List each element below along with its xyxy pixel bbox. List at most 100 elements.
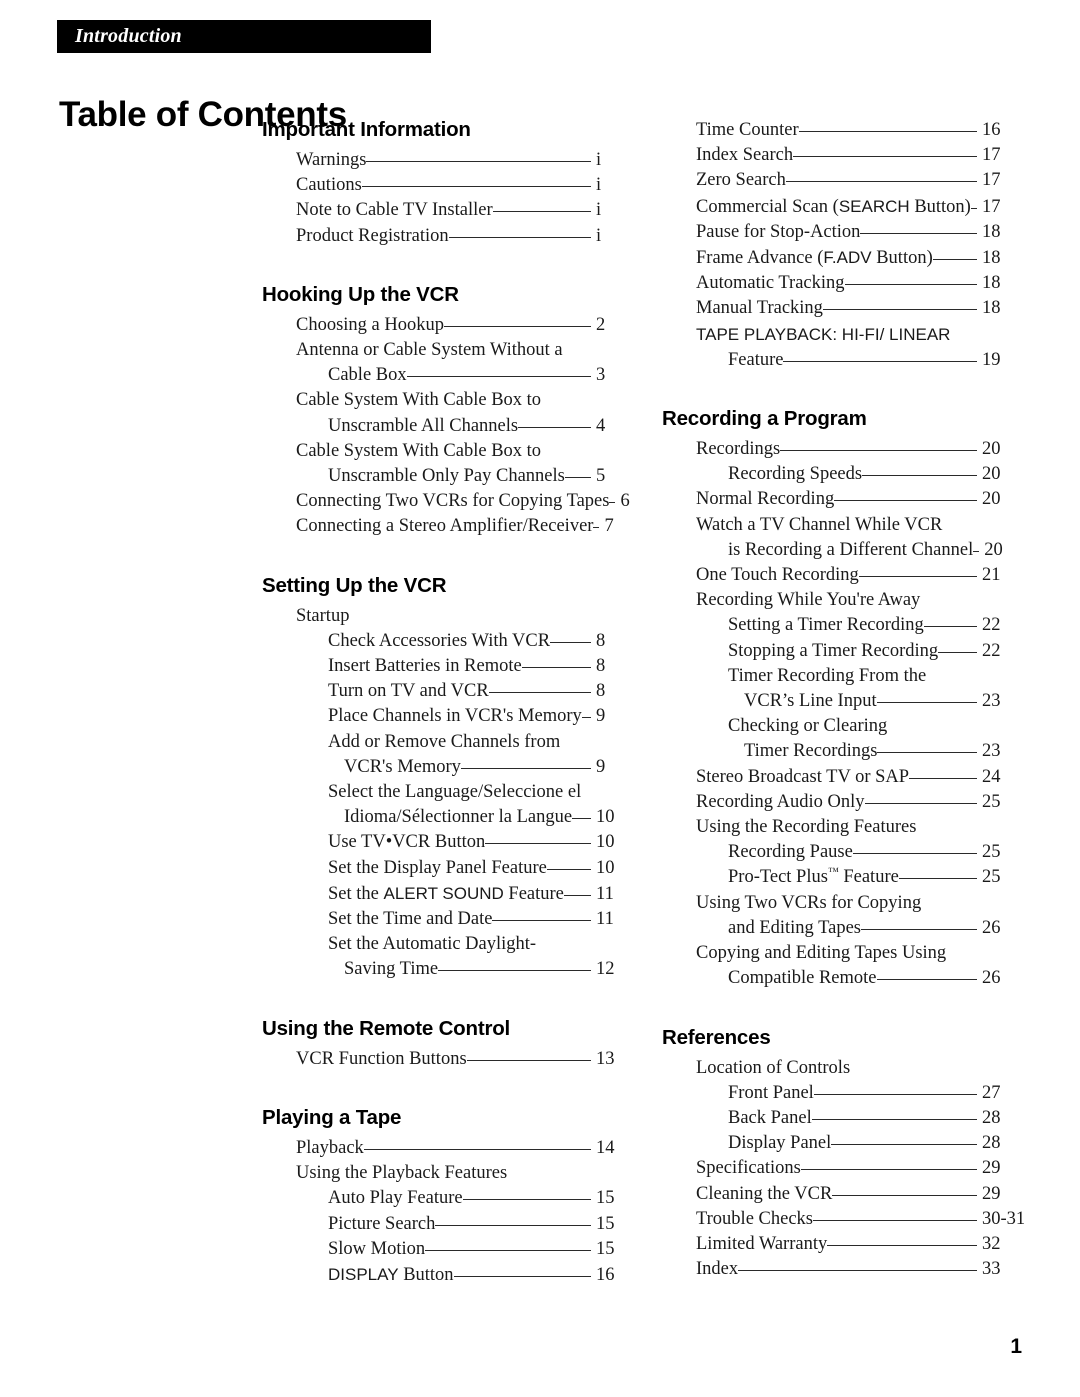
toc-entry-label: Slow Motion xyxy=(328,1238,426,1259)
toc-entry-pause-for-stop-action[interactable]: Pause for Stop-Action 18 xyxy=(662,220,1022,245)
toc-entry-page-number: 23 xyxy=(982,741,1001,762)
toc-entry-startup[interactable]: Startup xyxy=(262,604,622,629)
toc-entry-using-the-playback-features[interactable]: Using the Playback Features xyxy=(262,1161,622,1186)
toc-entry-check-accessories-with-vcr[interactable]: Check Accessories With VCR 8 xyxy=(262,629,622,654)
toc-entry-compatible-remote[interactable]: Compatible Remote 26 xyxy=(662,966,1022,991)
toc-entry-cable-system-with-cable-box-to[interactable]: Cable System With Cable Box to xyxy=(262,388,622,413)
toc-entry-commercial-scan-search-button[interactable]: Commercial Scan (SEARCH Button) 17 xyxy=(662,194,1022,220)
toc-entry-turn-on-tv-and-vcr[interactable]: Turn on TV and VCR 8 xyxy=(262,679,622,704)
toc-entry-label: Copying and Editing Tapes Using xyxy=(696,943,947,964)
toc-entry-cable-box[interactable]: Cable Box 3 xyxy=(262,363,622,388)
toc-entry-unscramble-all-channels[interactable]: Unscramble All Channels 4 xyxy=(262,414,622,439)
toc-entry-label: Timer Recording From the xyxy=(728,665,927,686)
toc-entry-display-panel[interactable]: Display Panel 28 xyxy=(662,1131,1022,1156)
toc-entry-add-or-remove-channels-from[interactable]: Add or Remove Channels from xyxy=(262,730,622,755)
toc-entry-using-the-recording-features[interactable]: Using the Recording Features xyxy=(662,815,1022,840)
toc-entry-using-two-vcrs-for-copying[interactable]: Using Two VCRs for Copying xyxy=(662,891,1022,916)
toc-entry-playback[interactable]: Playback 14 xyxy=(262,1136,622,1161)
toc-entry-page-number: 4 xyxy=(596,415,606,436)
toc-entry-insert-batteries-in-remote[interactable]: Insert Batteries in Remote 8 xyxy=(262,654,622,679)
toc-entry-set-the-alert-sound-feature[interactable]: Set the ALERT SOUND Feature 11 xyxy=(262,881,622,907)
toc-entry-choosing-a-hookup[interactable]: Choosing a Hookup 2 xyxy=(262,313,622,338)
toc-entry-antenna-or-cable-system-without-a[interactable]: Antenna or Cable System Without a xyxy=(262,338,622,363)
toc-entry-page-number: 20 xyxy=(982,489,1001,510)
toc-entry-idioma-s-lectionner-la-langue[interactable]: Idioma/Sélectionner la Langue 10 xyxy=(262,805,622,830)
leader-line xyxy=(425,1249,591,1251)
toc-entry-timer-recordings[interactable]: Timer Recordings 23 xyxy=(662,739,1022,764)
toc-entry-label: Unscramble All Channels xyxy=(328,415,519,436)
toc-entry-feature[interactable]: Feature 19 xyxy=(662,348,1022,373)
leader-line xyxy=(898,878,977,880)
toc-entry-use-tv-vcr-button[interactable]: Use TV•VCR Button 10 xyxy=(262,830,622,855)
section-heading: Important Information xyxy=(262,118,471,141)
toc-entry-label: Checking or Clearing xyxy=(728,716,888,737)
toc-entry-frame-advance-f-adv-button[interactable]: Frame Advance (F.ADV Button) 18 xyxy=(662,245,1022,271)
toc-entry-index-search[interactable]: Index Search 17 xyxy=(662,143,1022,168)
toc-entry-pro-tect-plus-feature[interactable]: Pro-Tect Plus™ Feature 25 xyxy=(662,865,1022,890)
toc-entry-vcr-s-line-input[interactable]: VCR’s Line Input 23 xyxy=(662,689,1022,714)
toc-entry-saving-time[interactable]: Saving Time 12 xyxy=(262,957,622,982)
toc-entry-cable-system-with-cable-box-to[interactable]: Cable System With Cable Box to xyxy=(262,439,622,464)
toc-entry-copying-and-editing-tapes-using[interactable]: Copying and Editing Tapes Using xyxy=(662,941,1022,966)
toc-entry-label: Recording While You're Away xyxy=(696,590,921,611)
leader-line xyxy=(444,325,591,327)
toc-entry-page-number: 25 xyxy=(982,867,1001,888)
toc-entry-manual-tracking[interactable]: Manual Tracking 18 xyxy=(662,296,1022,321)
toc-entry-front-panel[interactable]: Front Panel 27 xyxy=(662,1081,1022,1106)
leader-line xyxy=(546,868,591,870)
toc-entry-stereo-broadcast-tv-or-sap[interactable]: Stereo Broadcast TV or SAP 24 xyxy=(662,765,1022,790)
toc-entry-checking-or-clearing[interactable]: Checking or Clearing xyxy=(662,714,1022,739)
toc-entry-vcr-s-memory[interactable]: VCR's Memory 9 xyxy=(262,755,622,780)
toc-entry-watch-a-tv-channel-while-vcr[interactable]: Watch a TV Channel While VCR xyxy=(662,513,1022,538)
toc-entry-product-registration[interactable]: Product Registration i xyxy=(262,224,622,249)
toc-entry-vcr-function-buttons[interactable]: VCR Function Buttons 13 xyxy=(262,1047,622,1072)
toc-entry-specifications[interactable]: Specifications 29 xyxy=(662,1156,1022,1181)
toc-entry-slow-motion[interactable]: Slow Motion 15 xyxy=(262,1237,622,1262)
toc-entry-label: Automatic Tracking xyxy=(696,273,845,294)
toc-entry-stopping-a-timer-recording[interactable]: Stopping a Timer Recording 22 xyxy=(662,639,1022,664)
toc-entry-limited-warranty[interactable]: Limited Warranty 32 xyxy=(662,1232,1022,1257)
toc-entry-recording-while-you-re-away[interactable]: Recording While You're Away xyxy=(662,588,1022,613)
toc-entry-auto-play-feature[interactable]: Auto Play Feature 15 xyxy=(262,1186,622,1211)
toc-entry-recording-pause[interactable]: Recording Pause 25 xyxy=(662,840,1022,865)
toc-entry-cautions[interactable]: Cautions i xyxy=(262,173,622,198)
toc-entry-label: Cable Box xyxy=(328,365,407,386)
toc-entry-index[interactable]: Index 33 xyxy=(662,1257,1022,1282)
toc-entry-back-panel[interactable]: Back Panel 28 xyxy=(662,1106,1022,1131)
toc-entry-warnings[interactable]: Warnings i xyxy=(262,148,622,173)
toc-entry-zero-search[interactable]: Zero Search 17 xyxy=(662,168,1022,193)
toc-entry-recording-audio-only[interactable]: Recording Audio Only 25 xyxy=(662,790,1022,815)
toc-entry-select-the-language-seleccione-el[interactable]: Select the Language/Seleccione el xyxy=(262,780,622,805)
toc-entry-cleaning-the-vcr[interactable]: Cleaning the VCR 29 xyxy=(662,1182,1022,1207)
toc-entry-location-of-controls[interactable]: Location of Controls xyxy=(662,1056,1022,1081)
toc-entry-page-number: 10 xyxy=(596,857,615,878)
toc-entry-set-the-display-panel-feature[interactable]: Set the Display Panel Feature 10 xyxy=(262,856,622,881)
toc-entry-picture-search[interactable]: Picture Search 15 xyxy=(262,1212,622,1237)
toc-entry-normal-recording[interactable]: Normal Recording 20 xyxy=(662,487,1022,512)
toc-entry-setting-a-timer-recording[interactable]: Setting a Timer Recording 22 xyxy=(662,613,1022,638)
toc-entry-unscramble-only-pay-channels[interactable]: Unscramble Only Pay Channels 5 xyxy=(262,464,622,489)
leader-line xyxy=(780,450,977,452)
toc-entry-page-number: 29 xyxy=(982,1183,1001,1204)
toc-entry-recordings[interactable]: Recordings 20 xyxy=(662,437,1022,462)
toc-entry-time-counter[interactable]: Time Counter 16 xyxy=(662,118,1022,143)
toc-section-using-the-remote-control: Using the Remote Control VCR Function But… xyxy=(262,1017,622,1072)
toc-entry-set-the-automatic-daylight[interactable]: Set the Automatic Daylight- xyxy=(262,932,622,957)
toc-entry-set-the-time-and-date[interactable]: Set the Time and Date 11 xyxy=(262,907,622,932)
toc-entry-display-button[interactable]: DISPLAY Button 16 xyxy=(262,1262,622,1288)
toc-entry-place-channels-in-vcr-s-memory[interactable]: Place Channels in VCR's Memory 9 xyxy=(262,704,622,729)
leader-line xyxy=(466,1059,591,1061)
toc-entry-is-recording-a-different-channel[interactable]: is Recording a Different Channel 20 xyxy=(662,538,1022,563)
toc-entry-note-to-cable-tv-installer[interactable]: Note to Cable TV Installer i xyxy=(262,198,622,223)
toc-entry-recording-speeds[interactable]: Recording Speeds 20 xyxy=(662,462,1022,487)
toc-entry-one-touch-recording[interactable]: One Touch Recording 21 xyxy=(662,563,1022,588)
toc-entry-connecting-two-vcrs-for-copying-tapes[interactable]: Connecting Two VCRs for Copying Tapes 6 xyxy=(262,489,630,514)
section-heading: Hooking Up the VCR xyxy=(262,282,459,306)
toc-entry-connecting-a-stereo-amplifier-receiver[interactable]: Connecting a Stereo Amplifier/Receiver 7 xyxy=(262,514,622,539)
toc-entry-tape-playback-hi-fi-linear[interactable]: TAPE PLAYBACK: HI-FI/ LINEAR xyxy=(662,322,1022,348)
toc-entry-timer-recording-from-the[interactable]: Timer Recording From the xyxy=(662,664,1022,689)
toc-entry-and-editing-tapes[interactable]: and Editing Tapes 26 xyxy=(662,916,1022,941)
toc-entry-page-number: 22 xyxy=(982,640,1001,661)
toc-entry-automatic-tracking[interactable]: Automatic Tracking 18 xyxy=(662,271,1022,296)
toc-entry-trouble-checks[interactable]: Trouble Checks 30-31 xyxy=(662,1207,1025,1232)
